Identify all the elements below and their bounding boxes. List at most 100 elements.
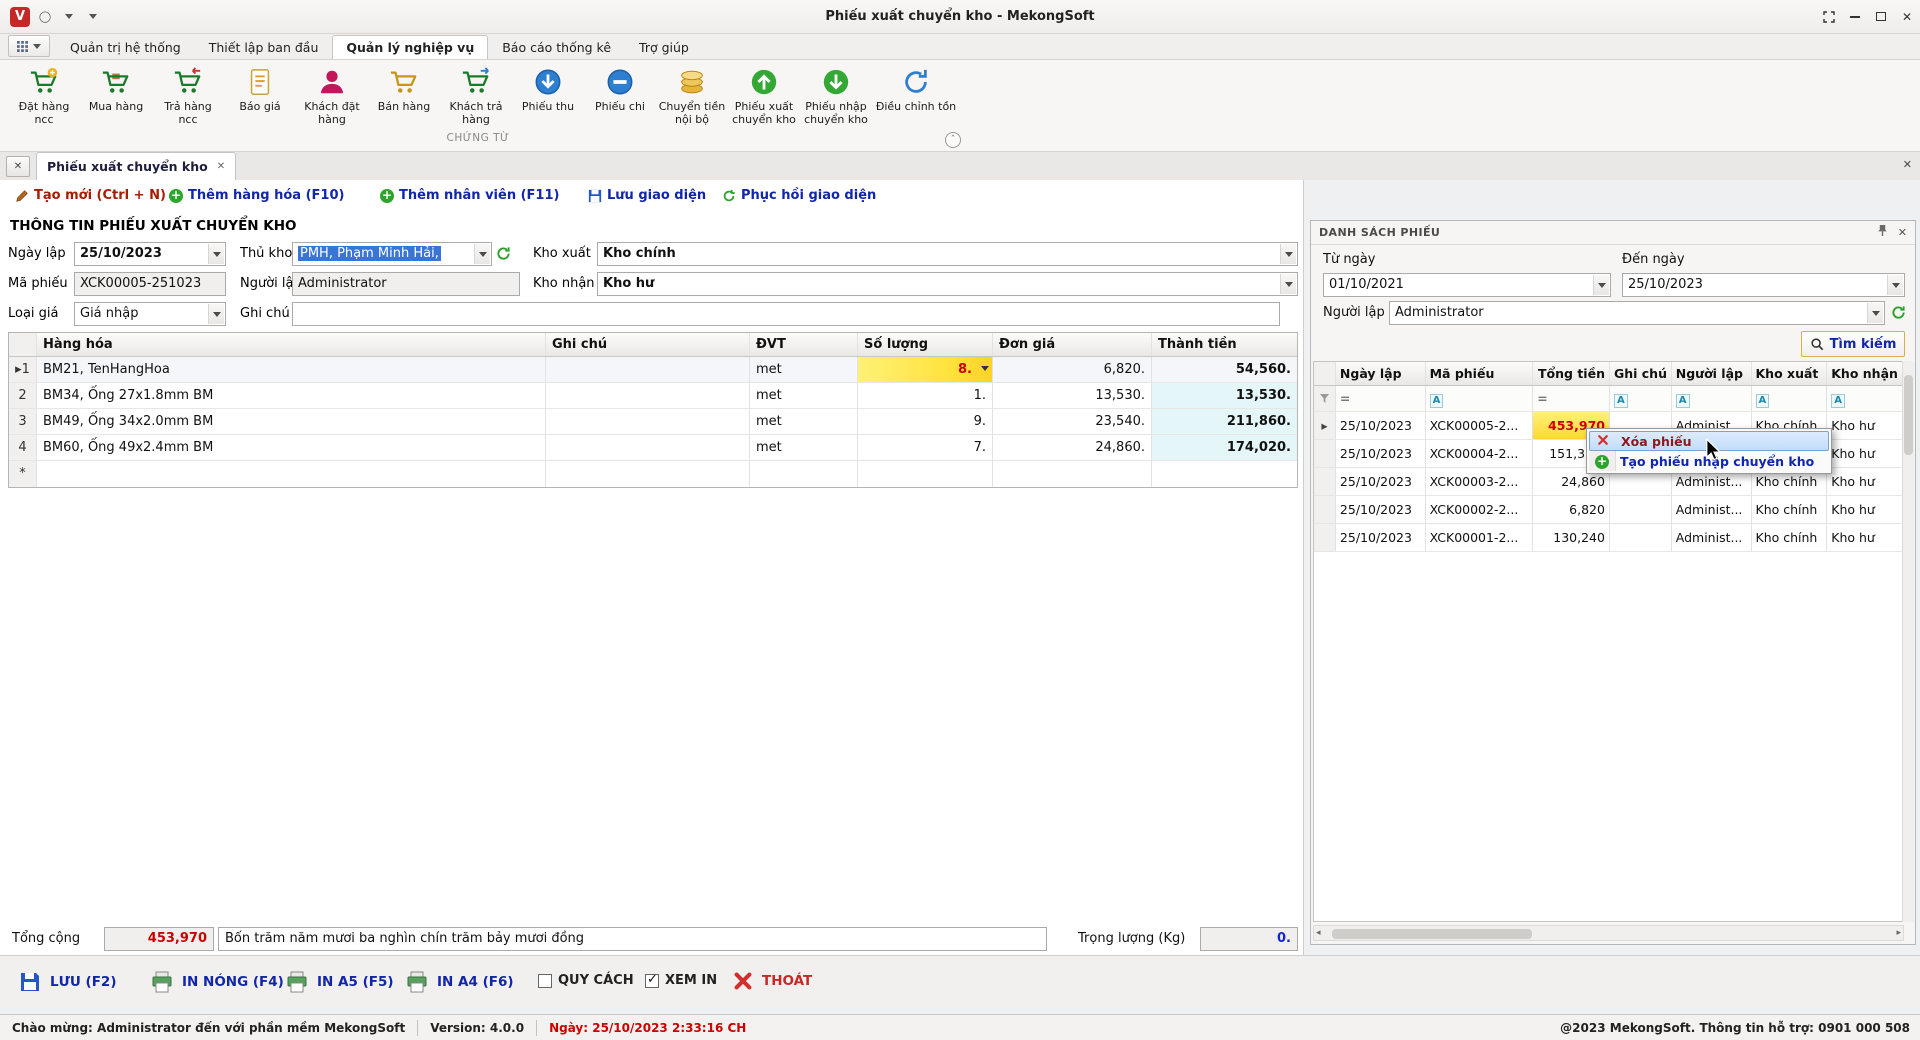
column-header-nguoi-lap[interactable]: Người lập <box>1672 362 1752 385</box>
danh-sach-phieu-panel: DANH SÁCH PHIẾU ✕ Từ ngày Đến ngày 01/10… <box>1310 220 1916 945</box>
tabbar-close-button[interactable]: ✕ <box>1903 158 1912 171</box>
ribbon-item-bao-gia[interactable]: Báo giá <box>224 64 296 128</box>
app-menu-button[interactable] <box>8 35 50 57</box>
ribbon-item-chuyen-tien-noi-bo[interactable]: Chuyển tiền nội bộ <box>656 64 728 128</box>
chevron-down-icon[interactable] <box>1280 244 1296 264</box>
tab-close-icon[interactable]: ✕ <box>217 161 225 172</box>
ribbon-item-phieu-chi[interactable]: Phiếu chi <box>584 64 656 128</box>
refresh-icon[interactable] <box>496 246 512 262</box>
column-header-thanh-tien[interactable]: Thành tiền <box>1152 333 1297 356</box>
column-header-dvt[interactable]: ĐVT <box>750 333 858 356</box>
xem-in-checkbox-group[interactable]: XEM IN <box>645 973 717 988</box>
column-header-so-luong[interactable]: Số lượng <box>858 333 993 356</box>
table-row[interactable]: 2 BM34, Ống 27x1.8mm BM met 1. 13,530. 1… <box>9 383 1297 409</box>
form-workspace <box>0 180 1304 955</box>
ngay-lap-field[interactable]: 25/10/2023 <box>74 242 226 266</box>
kho-xuat-combo[interactable]: Kho chính <box>597 242 1298 266</box>
thu-kho-combo[interactable]: PMH, Phạm Minh Hải, <box>292 242 492 266</box>
list-item[interactable]: 25/10/2023 XCK00002-2... 6,820 Administ.… <box>1314 496 1903 524</box>
ribbon-item-dieu-chinh-ton[interactable]: Điều chỉnh tồn <box>872 64 960 128</box>
ribbon-collapse-button[interactable]: ˆ <box>945 132 961 148</box>
column-header-ma-phieu[interactable]: Mã phiếu <box>1426 362 1534 385</box>
quy-cach-checkbox[interactable] <box>538 974 552 988</box>
chevron-down-icon[interactable] <box>1887 275 1903 295</box>
status-date: Ngày: 25/10/2023 2:33:16 CH <box>537 1021 758 1035</box>
print-a4-button[interactable]: IN A4 (F6) <box>405 970 514 994</box>
panel-close-icon[interactable]: ✕ <box>1898 226 1907 239</box>
ribbon-item-phieu-thu[interactable]: Phiếu thu <box>512 64 584 128</box>
tab-quan-tri-he-thong[interactable]: Quản trị hệ thống <box>56 35 195 59</box>
print-a5-button[interactable]: IN A5 (F5) <box>285 970 394 994</box>
create-new-link[interactable]: Tạo mới (Ctrl + N) <box>15 188 166 203</box>
scrollbar-thumb[interactable] <box>1332 929 1532 939</box>
list-item[interactable]: 25/10/2023 XCK00001-2... 130,240 Adminis… <box>1314 524 1903 552</box>
pin-icon[interactable] <box>1877 224 1888 241</box>
ribbon-chung-tu: Đặt hàng ncc Mua hàng Trả hàng ncc Báo g… <box>0 60 1920 152</box>
ribbon-item-phieu-xuat-chuyen-kho[interactable]: Phiếu xuất chuyển kho <box>728 64 800 128</box>
tab-thiet-lap-ban-dau[interactable]: Thiết lập ban đầu <box>195 35 333 59</box>
quy-cach-checkbox-group[interactable]: QUY CÁCH <box>538 973 634 988</box>
tu-ngay-field[interactable]: 01/10/2021 <box>1323 273 1611 297</box>
den-ngay-field[interactable]: 25/10/2023 <box>1622 273 1905 297</box>
chevron-down-icon[interactable] <box>1593 275 1609 295</box>
tab-quan-ly-nghiep-vu[interactable]: Quản lý nghiệp vụ <box>332 35 488 59</box>
kho-nhan-combo[interactable]: Kho hư <box>597 272 1298 296</box>
table-row[interactable]: 4 BM60, Ống 49x2.4mm BM met 7. 24,860. 1… <box>9 435 1297 461</box>
filter-text-icon: A <box>1831 394 1845 408</box>
add-employee-link[interactable]: + Thêm nhân viên (F11) <box>380 188 559 203</box>
grid-filter-row[interactable]: = A = A A A A <box>1314 386 1903 412</box>
tab-phieu-xuat-chuyen-kho[interactable]: Phiếu xuất chuyển kho ✕ <box>36 152 236 180</box>
column-header-kho-nhan[interactable]: Kho nhận <box>1827 362 1903 385</box>
save-button[interactable]: LƯU (F2) <box>18 970 117 994</box>
column-header-ngay-lap[interactable]: Ngày lập <box>1336 362 1426 385</box>
ribbon-item-tra-hang-ncc[interactable]: Trả hàng ncc <box>152 64 224 128</box>
ghi-chu-input[interactable] <box>292 302 1280 326</box>
add-product-link[interactable]: + Thêm hàng hóa (F10) <box>169 188 344 203</box>
column-header-ghi-chu[interactable]: Ghi chú <box>1610 362 1672 385</box>
column-header-don-gia[interactable]: Đơn giá <box>993 333 1152 356</box>
table-row[interactable]: 3 BM49, Ống 34x2.0mm BM met 9. 23,540. 2… <box>9 409 1297 435</box>
payment-out-icon <box>605 66 635 98</box>
loai-gia-combo[interactable]: Giá nhập <box>74 302 226 326</box>
qty-cell-editing[interactable]: 8. <box>858 357 993 382</box>
exit-button[interactable]: THOÁT <box>732 970 812 992</box>
close-all-tabs-button[interactable]: ✕ <box>6 156 30 177</box>
footer-button-bar: LƯU (F2) IN NÓNG (F4) IN A5 (F5) IN A4 (… <box>0 955 1920 1008</box>
column-header-ghi-chu[interactable]: Ghi chú <box>546 333 750 356</box>
amount-in-words-field[interactable]: Bốn trăm năm mươi ba nghìn chín trăm bảy… <box>218 927 1047 951</box>
tab-tro-giup[interactable]: Trợ giúp <box>625 35 703 59</box>
filter-text-icon: A <box>1614 394 1628 408</box>
horizontal-scrollbar[interactable]: ◂ ▸ <box>1313 925 1904 941</box>
chevron-down-icon[interactable] <box>208 244 224 264</box>
scroll-left-arrow-icon[interactable]: ◂ <box>1316 928 1321 938</box>
scroll-right-arrow-icon[interactable]: ▸ <box>1896 928 1901 938</box>
nguoi-lap-filter-combo[interactable]: Administrator <box>1389 301 1885 325</box>
xem-in-checkbox[interactable] <box>645 974 659 988</box>
ribbon-item-khach-dat-hang[interactable]: Khách đặt hàng <box>296 64 368 128</box>
internal-transfer-icon <box>677 66 707 98</box>
vertical-scrollbar[interactable] <box>1902 361 1914 922</box>
column-header-hang-hoa[interactable]: Hàng hóa <box>37 333 546 356</box>
ribbon-item-dat-hang-ncc[interactable]: Đặt hàng ncc <box>8 64 80 128</box>
table-row[interactable]: ▸1 BM21, TenHangHoa met 8. 6,820. 54,560… <box>9 357 1297 383</box>
chevron-down-icon[interactable] <box>1280 274 1296 294</box>
save-layout-link[interactable]: Lưu giao diện <box>588 188 706 203</box>
ribbon-item-khach-tra-hang[interactable]: Khách trả hàng <box>440 64 512 128</box>
chevron-down-icon[interactable] <box>208 304 224 324</box>
tab-bao-cao-thong-ke[interactable]: Báo cáo thống kê <box>488 35 625 59</box>
print-hot-button[interactable]: IN NÓNG (F4) <box>150 970 284 994</box>
column-header-tong-tien[interactable]: Tổng tiền <box>1533 362 1610 385</box>
qty-dropdown-icon[interactable] <box>981 366 989 375</box>
column-header-kho-xuat[interactable]: Kho xuất <box>1752 362 1828 385</box>
search-button[interactable]: Tìm kiếm <box>1801 331 1905 357</box>
panel-title: DANH SÁCH PHIẾU <box>1319 226 1440 239</box>
chevron-down-icon[interactable] <box>474 244 490 264</box>
scrollbar-thumb[interactable] <box>1904 375 1913 455</box>
ribbon-item-mua-hang[interactable]: Mua hàng <box>80 64 152 128</box>
chevron-down-icon[interactable] <box>1867 303 1883 323</box>
ribbon-item-phieu-nhap-chuyen-kho[interactable]: Phiếu nhập chuyển kho <box>800 64 872 128</box>
table-new-row[interactable]: * <box>9 461 1297 487</box>
ribbon-item-ban-hang[interactable]: Bán hàng <box>368 64 440 128</box>
restore-layout-link[interactable]: Phục hồi giao diện <box>722 188 876 203</box>
refresh-icon[interactable] <box>1891 305 1907 321</box>
